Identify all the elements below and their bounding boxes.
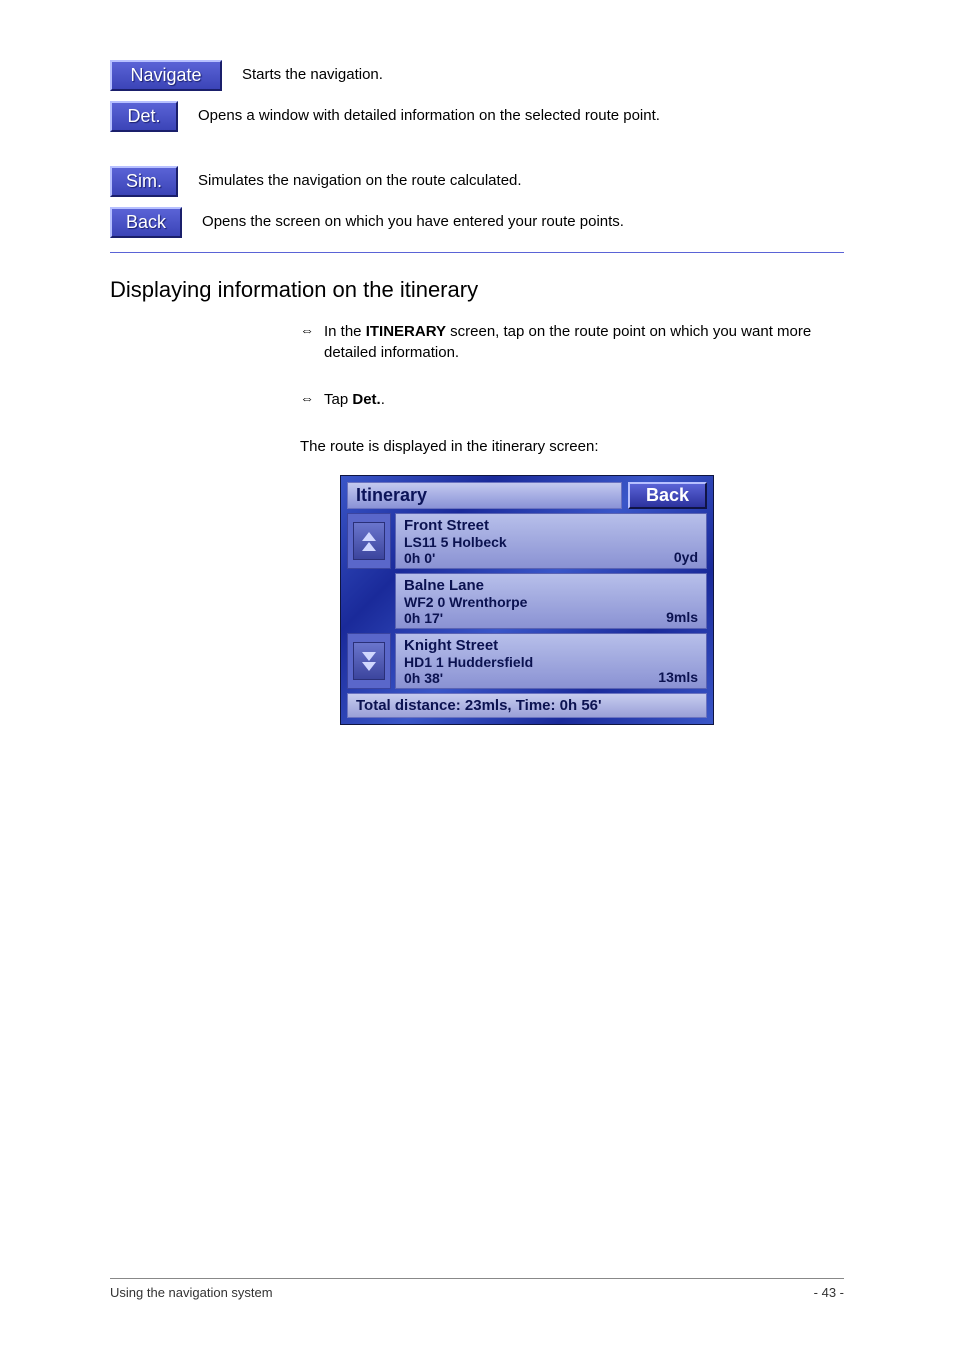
arrow-icon: ⇔ [300, 389, 314, 410]
page-footer: Using the navigation system - 43 - [110, 1278, 844, 1300]
sim-button[interactable]: Sim. [110, 166, 178, 197]
instruction-item: ⇔ In the ITINERARY screen, tap on the ro… [300, 321, 844, 363]
det-desc: Opens a window with detailed information… [198, 106, 660, 126]
divider [110, 252, 844, 253]
itinerary-place: HD1 1 Huddersfield [404, 654, 698, 670]
legend-row-sim: Sim. Simulates the navigation on the rou… [110, 166, 522, 197]
itinerary-panel: Itinerary Back Front Street LS11 5 Holbe… [340, 475, 714, 725]
det-button[interactable]: Det. [110, 101, 178, 132]
itinerary-time: 0h 17' [404, 610, 698, 626]
itinerary-title: Itinerary [347, 482, 622, 509]
arrow-icon: ⇔ [300, 321, 314, 363]
itinerary-dist: 0yd [674, 549, 698, 565]
itinerary-cell[interactable]: Knight Street HD1 1 Huddersfield 0h 38' … [395, 633, 707, 689]
itinerary-figure: Itinerary Back Front Street LS11 5 Holbe… [210, 475, 844, 725]
itinerary-row[interactable]: Front Street LS11 5 Holbeck 0h 0' 0yd [347, 513, 707, 569]
itinerary-cell[interactable]: Balne Lane WF2 0 Wrenthorpe 0h 17' 9mls [395, 573, 707, 629]
back-desc: Opens the screen on which you have enter… [202, 212, 624, 232]
itinerary-street: Balne Lane [404, 577, 698, 594]
double-down-icon [353, 642, 385, 680]
itinerary-cell[interactable]: Front Street LS11 5 Holbeck 0h 0' 0yd [395, 513, 707, 569]
footer-left: Using the navigation system [110, 1285, 814, 1300]
scroll-up-button[interactable] [347, 513, 391, 569]
itinerary-icon-empty [347, 573, 391, 629]
itinerary-place: WF2 0 Wrenthorpe [404, 594, 698, 610]
instruction-item: ⇔ Tap Det.. [300, 389, 844, 410]
instruction-text: In the ITINERARY screen, tap on the rout… [324, 321, 844, 363]
double-up-icon [353, 522, 385, 560]
itinerary-header: Itinerary Back [347, 482, 707, 509]
section-title: Displaying information on the itinerary [110, 277, 844, 303]
instruction-list: ⇔ In the ITINERARY screen, tap on the ro… [300, 321, 844, 410]
back-button[interactable]: Back [110, 207, 182, 238]
sim-desc: Simulates the navigation on the route ca… [198, 171, 522, 191]
legend-row-navigate: Navigate Starts the navigation. [110, 60, 383, 91]
itinerary-time: 0h 0' [404, 550, 698, 566]
chapter-intro: The route is displayed in the itinerary … [300, 436, 844, 457]
itinerary-back-button[interactable]: Back [628, 482, 707, 509]
navigate-button[interactable]: Navigate [110, 60, 222, 91]
navigate-desc: Starts the navigation. [242, 65, 383, 85]
itinerary-street: Front Street [404, 517, 698, 534]
scroll-down-button[interactable] [347, 633, 391, 689]
itinerary-time: 0h 38' [404, 670, 698, 686]
itinerary-dist: 9mls [666, 609, 698, 625]
itinerary-street: Knight Street [404, 637, 698, 654]
itinerary-summary: Total distance: 23mls, Time: 0h 56' [347, 693, 707, 718]
footer-page-number: - 43 - [814, 1285, 844, 1300]
itinerary-row[interactable]: Knight Street HD1 1 Huddersfield 0h 38' … [347, 633, 707, 689]
itinerary-row[interactable]: Balne Lane WF2 0 Wrenthorpe 0h 17' 9mls [347, 573, 707, 629]
page: Navigate Starts the navigation. Det. Ope… [0, 0, 954, 1350]
button-legend: Navigate Starts the navigation. Det. Ope… [110, 60, 844, 238]
instruction-text: Tap Det.. [324, 389, 844, 410]
legend-row-det: Det. Opens a window with detailed inform… [110, 101, 660, 132]
itinerary-dist: 13mls [658, 669, 698, 685]
legend-row-back: Back Opens the screen on which you have … [110, 207, 624, 238]
itinerary-place: LS11 5 Holbeck [404, 534, 698, 550]
footer-divider [110, 1278, 844, 1279]
